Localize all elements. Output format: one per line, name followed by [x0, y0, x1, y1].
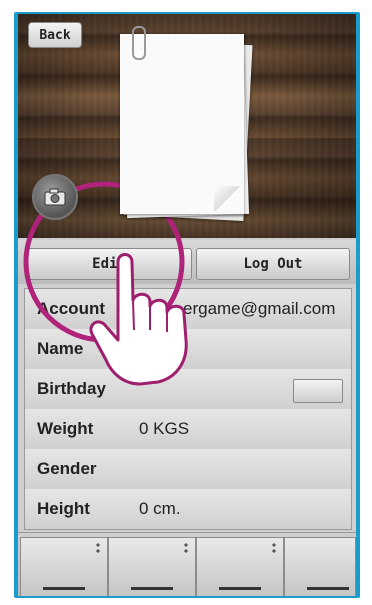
profile-actions-bar: Edit Log Out	[18, 240, 356, 284]
profile-row-weight[interactable]: Weight 0 KGS	[25, 409, 351, 450]
profile-row-name[interactable]: Name	[25, 329, 351, 370]
tab-indicator	[219, 587, 261, 590]
profile-row-height[interactable]: Height 0 cm.	[25, 489, 351, 529]
row-label: Account	[37, 299, 105, 318]
app-screen: Back Edit Log Out Account ergame@gmail.c…	[18, 14, 356, 596]
profile-table: Account ergame@gmail.com Name Birthday W…	[24, 288, 352, 530]
tab-rivets	[95, 542, 101, 554]
row-label: Birthday	[37, 379, 106, 398]
tab-2[interactable]	[108, 537, 196, 596]
tab-rivets	[183, 542, 189, 554]
profile-row-birthday[interactable]: Birthday	[25, 369, 351, 410]
bottom-tab-bar	[18, 532, 356, 596]
birthday-picker[interactable]	[293, 379, 343, 403]
tab-rivets	[271, 542, 277, 554]
camera-button[interactable]	[32, 174, 78, 220]
tab-1[interactable]	[20, 537, 108, 596]
tab-indicator	[131, 587, 173, 590]
row-value: 0 cm.	[139, 499, 181, 518]
tab-4[interactable]	[284, 537, 356, 596]
row-label: Weight	[37, 419, 94, 438]
edit-button[interactable]: Edit	[26, 248, 192, 280]
tab-indicator	[307, 587, 349, 590]
profile-row-gender[interactable]: Gender	[25, 449, 351, 490]
row-value: 0 KGS	[139, 419, 190, 438]
profile-row-account: Account ergame@gmail.com	[25, 289, 351, 330]
row-value: ergame@gmail.com	[183, 299, 336, 318]
row-label: Name	[37, 339, 84, 358]
paper-sheet	[120, 34, 244, 214]
page-curl	[214, 186, 240, 212]
tab-3[interactable]	[196, 537, 284, 596]
row-label: Gender	[37, 459, 97, 478]
back-button[interactable]: Back	[28, 22, 82, 48]
tab-indicator	[43, 587, 85, 590]
logout-button[interactable]: Log Out	[196, 248, 350, 280]
notepad-image	[118, 26, 253, 222]
paperclip-icon	[132, 26, 146, 60]
row-label: Height	[37, 499, 90, 518]
camera-icon	[44, 188, 66, 206]
